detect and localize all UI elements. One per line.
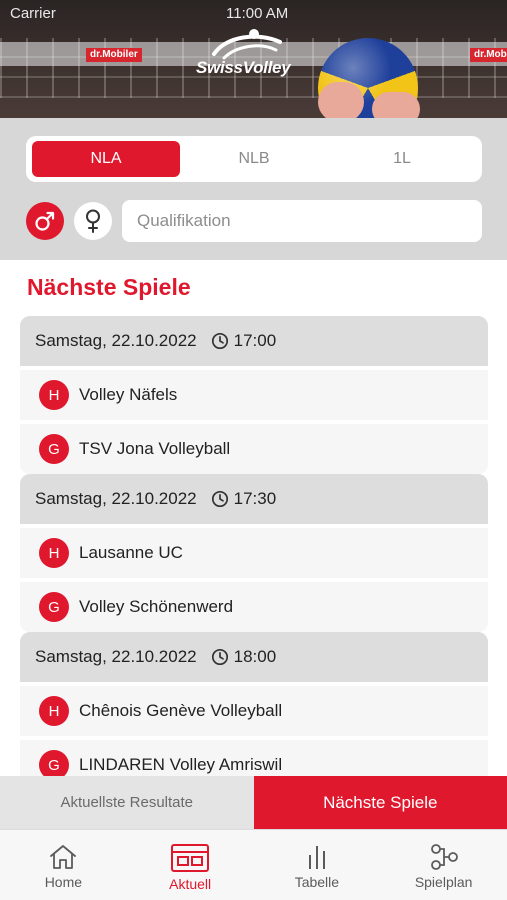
competition-select-field[interactable] [122,200,482,242]
logo-wordmark: SwissVolley [196,58,291,77]
game-date-row: Samstag, 22.10.2022 18:00 [20,632,488,682]
game-card: Samstag, 22.10.2022 18:00 H Chênois Genè… [20,632,488,776]
tab-aktuell-label: Aktuell [169,876,212,892]
home-team-row[interactable]: H Chênois Genève Volleyball [20,682,488,736]
latest-results-button[interactable]: Aktuellste Resultate [0,776,254,829]
game-date-row: Samstag, 22.10.2022 17:30 [20,474,488,524]
guest-team-name: TSV Jona Volleyball [79,439,231,458]
tab-aktuell[interactable]: Aktuell [127,830,254,900]
clock-icon [211,648,229,666]
home-badge: H [39,380,69,410]
tab-spielplan-label: Spielplan [414,874,473,890]
status-time: 11:00 AM [226,5,289,22]
tab-home-label: Home [44,874,83,890]
guest-team-name: LINDAREN Volley Amriswil [79,755,283,774]
home-team-row[interactable]: H Lausanne UC [20,524,488,578]
male-symbol-icon [35,211,55,231]
carrier-label: Carrier [10,5,56,22]
competition-input[interactable] [137,211,467,231]
bottom-tab-bar: Home Aktuell Tabelle Spielplan [0,829,507,900]
game-time: 17:00 [233,331,277,350]
header-banner: dr.Mobiler dr.Mobiler Carrier 11:00 AM S… [0,0,507,118]
guest-badge: G [39,434,69,464]
female-filter-button[interactable] [74,202,112,240]
home-team-name: Volley Näfels [79,385,178,404]
games-list: Samstag, 22.10.2022 17:00 H Volley Näfel… [20,316,488,776]
home-icon [50,845,77,869]
home-team-name: Lausanne UC [79,543,183,562]
league-segmented-control: NLA NLB 1L [26,136,482,182]
games-content[interactable]: Nächste Spiele Samstag, 22.10.2022 17:00… [0,260,507,776]
game-date-row: Samstag, 22.10.2022 17:00 [20,316,488,366]
tab-tabelle[interactable]: Tabelle [254,830,381,900]
guest-team-row[interactable]: G Volley Schönenwerd [20,578,488,632]
guest-team-row[interactable]: G TSV Jona Volleyball [20,420,488,474]
game-card: Samstag, 22.10.2022 17:30 H Lausanne UC … [20,474,488,632]
results-segment-control: Aktuellste Resultate Nächste Spiele [0,776,507,829]
swissvolley-logo: SwissVolley [196,28,316,84]
game-card: Samstag, 22.10.2022 17:00 H Volley Näfel… [20,316,488,474]
tab-nlb[interactable]: NLB [180,141,328,177]
ad-board-right: dr.Mobiler [470,48,507,62]
guest-team-row[interactable]: G LINDAREN Volley Amriswil [20,736,488,776]
ad-board-left: dr.Mobiler [86,48,142,62]
game-date: Samstag, 22.10.2022 [35,647,197,666]
filter-area: NLA NLB 1L [0,118,507,260]
bracket-nodes-icon [430,844,458,870]
guest-team-name: Volley Schönenwerd [79,597,234,616]
guest-badge: G [39,592,69,622]
game-date: Samstag, 22.10.2022 [35,489,197,508]
next-games-button[interactable]: Nächste Spiele [253,776,507,829]
tab-spielplan[interactable]: Spielplan [380,830,507,900]
hand-left-image [318,82,364,118]
clock-icon [211,490,229,508]
home-team-row[interactable]: H Volley Näfels [20,366,488,420]
hand-right-image [372,92,420,118]
bar-chart-icon [308,846,325,869]
home-badge: H [39,538,69,568]
guest-badge: G [39,750,69,776]
game-date: Samstag, 22.10.2022 [35,331,197,350]
home-badge: H [39,696,69,726]
home-team-name: Chênois Genève Volleyball [79,701,283,720]
clock-icon [211,332,229,350]
tab-nla[interactable]: NLA [32,141,180,177]
tab-tabelle-label: Tabelle [294,874,340,890]
calendar-board-icon [171,844,210,872]
game-time: 17:30 [233,489,277,508]
tab-home[interactable]: Home [0,830,127,900]
section-title: Nächste Spiele [27,274,191,300]
game-time: 18:00 [233,647,277,666]
tab-1l[interactable]: 1L [328,141,476,177]
male-filter-button[interactable] [26,202,64,240]
female-symbol-icon [86,209,100,233]
